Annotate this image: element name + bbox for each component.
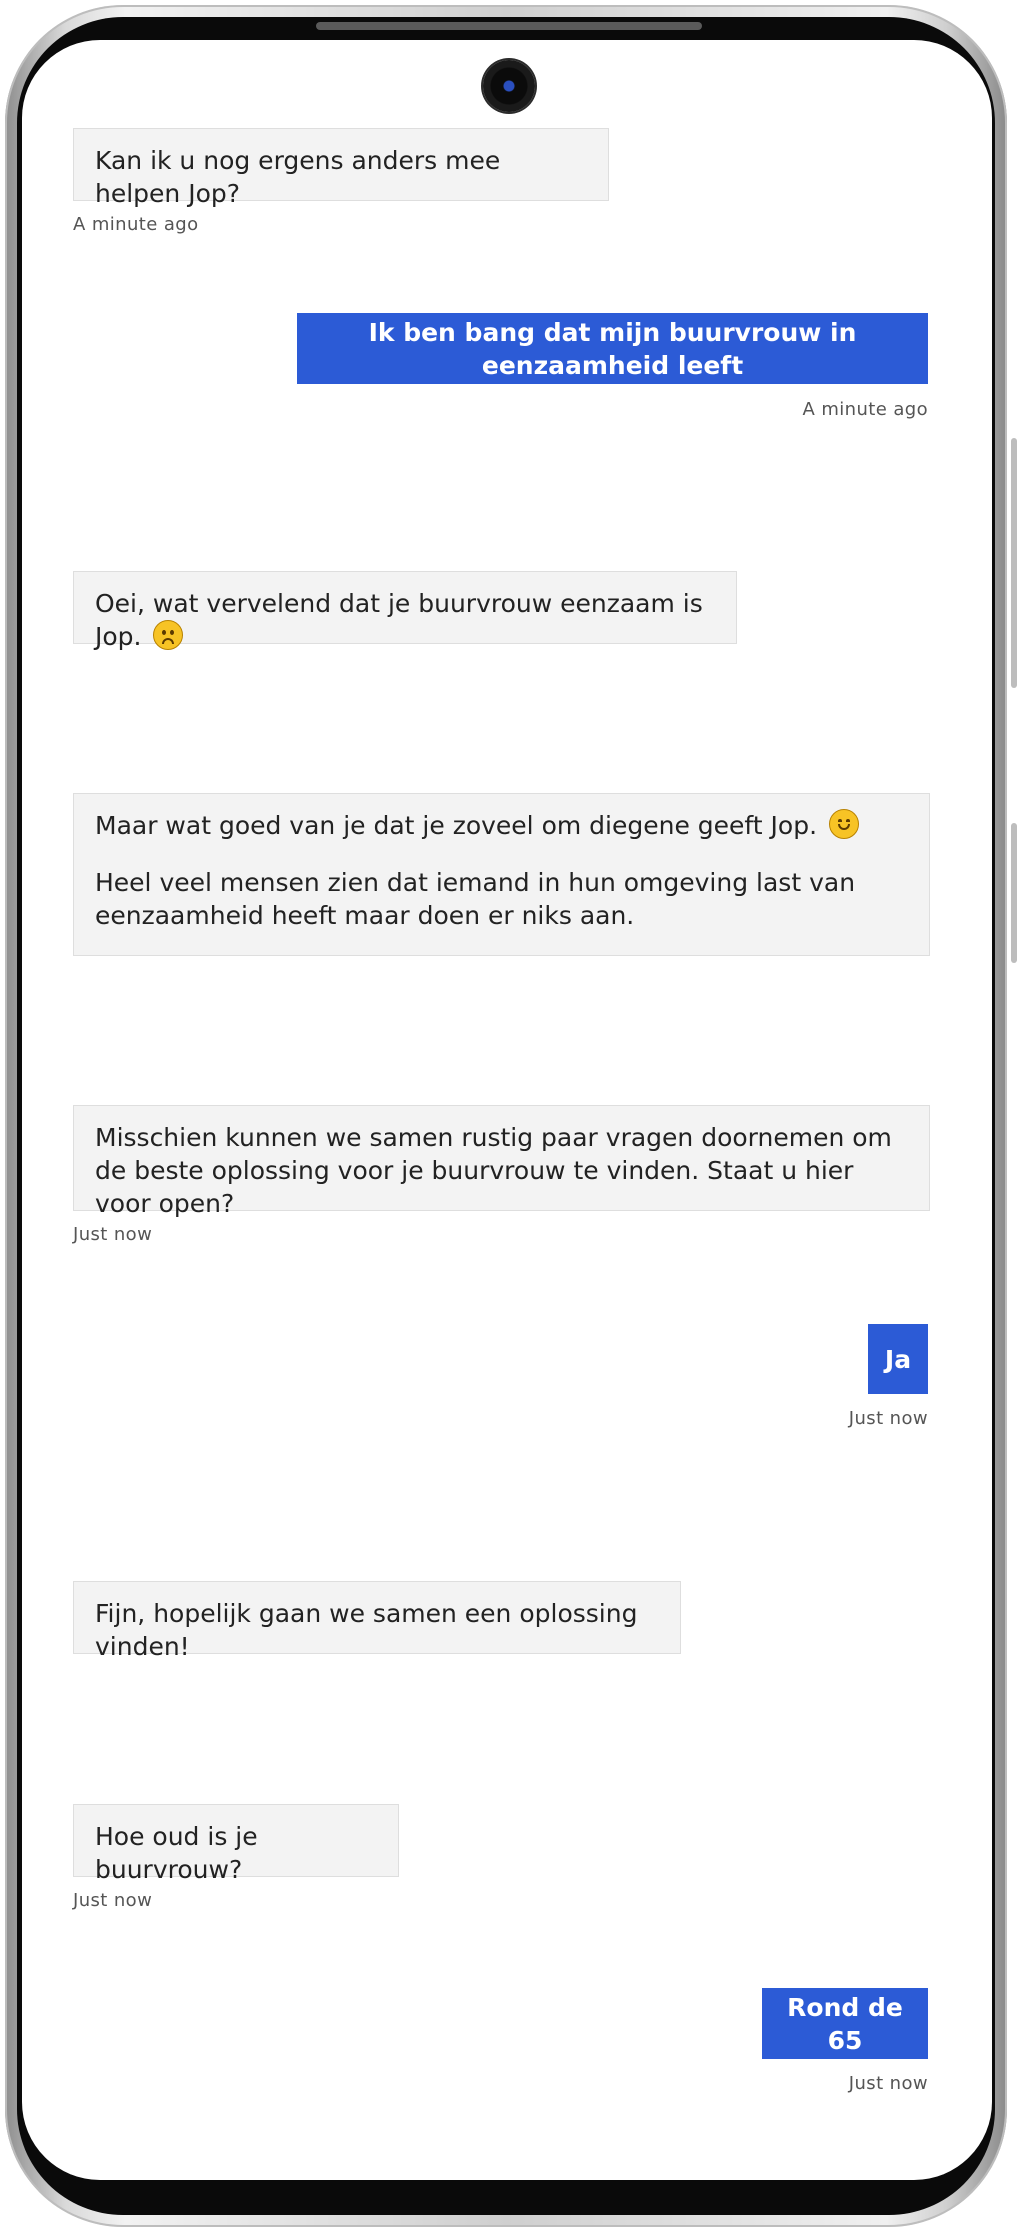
message-text: Ja (884, 1344, 912, 1374)
message-timestamp: Just now (73, 1890, 153, 1911)
user-message: Ik ben bang dat mijn buurvrouw in eenzaa… (297, 313, 928, 384)
bot-message: Misschien kunnen we samen rustig paar vr… (73, 1105, 930, 1218)
bot-message: Oei, wat vervelend dat je buurvrouw eenz… (73, 571, 737, 651)
front-camera-icon (483, 60, 535, 112)
message-timestamp: A minute ago (802, 399, 928, 420)
bot-message: Maar wat goed van je dat je zoveel om di… (73, 793, 930, 956)
volume-button (1011, 438, 1017, 688)
bot-message: Hoe oud is je buurvrouw? (73, 1804, 399, 1884)
frowning-face-icon (153, 620, 184, 650)
bot-message: Fijn, hopelijk gaan we samen een oplossi… (73, 1581, 681, 1661)
message-text: Hoe oud is je buurvrouw? (95, 1822, 258, 1884)
message-text: Heel veel mensen zien dat iemand in hun … (95, 868, 856, 930)
message-timestamp: Just now (848, 1408, 928, 1429)
message-text: Fijn, hopelijk gaan we samen een oplossi… (95, 1599, 638, 1661)
message-text: Rond de 65 (787, 1992, 903, 2055)
smiling-face-icon (828, 809, 859, 839)
message-timestamp: Just now (848, 2073, 928, 2094)
message-text: Kan ik u nog ergens anders mee helpen Jo… (95, 146, 501, 208)
message-text: Maar wat goed van je dat je zoveel om di… (95, 811, 818, 840)
user-message: Rond de 65 (762, 1988, 928, 2059)
message-text: Misschien kunnen we samen rustig paar vr… (95, 1123, 892, 1218)
message-line: Maar wat goed van je dat je zoveel om di… (95, 809, 908, 842)
bot-message: Kan ik u nog ergens anders mee helpen Jo… (73, 128, 609, 208)
speaker-slot (316, 22, 702, 30)
power-button (1011, 823, 1017, 963)
message-timestamp: A minute ago (73, 214, 199, 235)
message-text: Oei, wat vervelend dat je buurvrouw eenz… (95, 589, 703, 651)
message-text: Ik ben bang dat mijn buurvrouw in eenzaa… (368, 317, 857, 380)
user-message: Ja (868, 1324, 928, 1394)
message-timestamp: Just now (73, 1224, 153, 1245)
